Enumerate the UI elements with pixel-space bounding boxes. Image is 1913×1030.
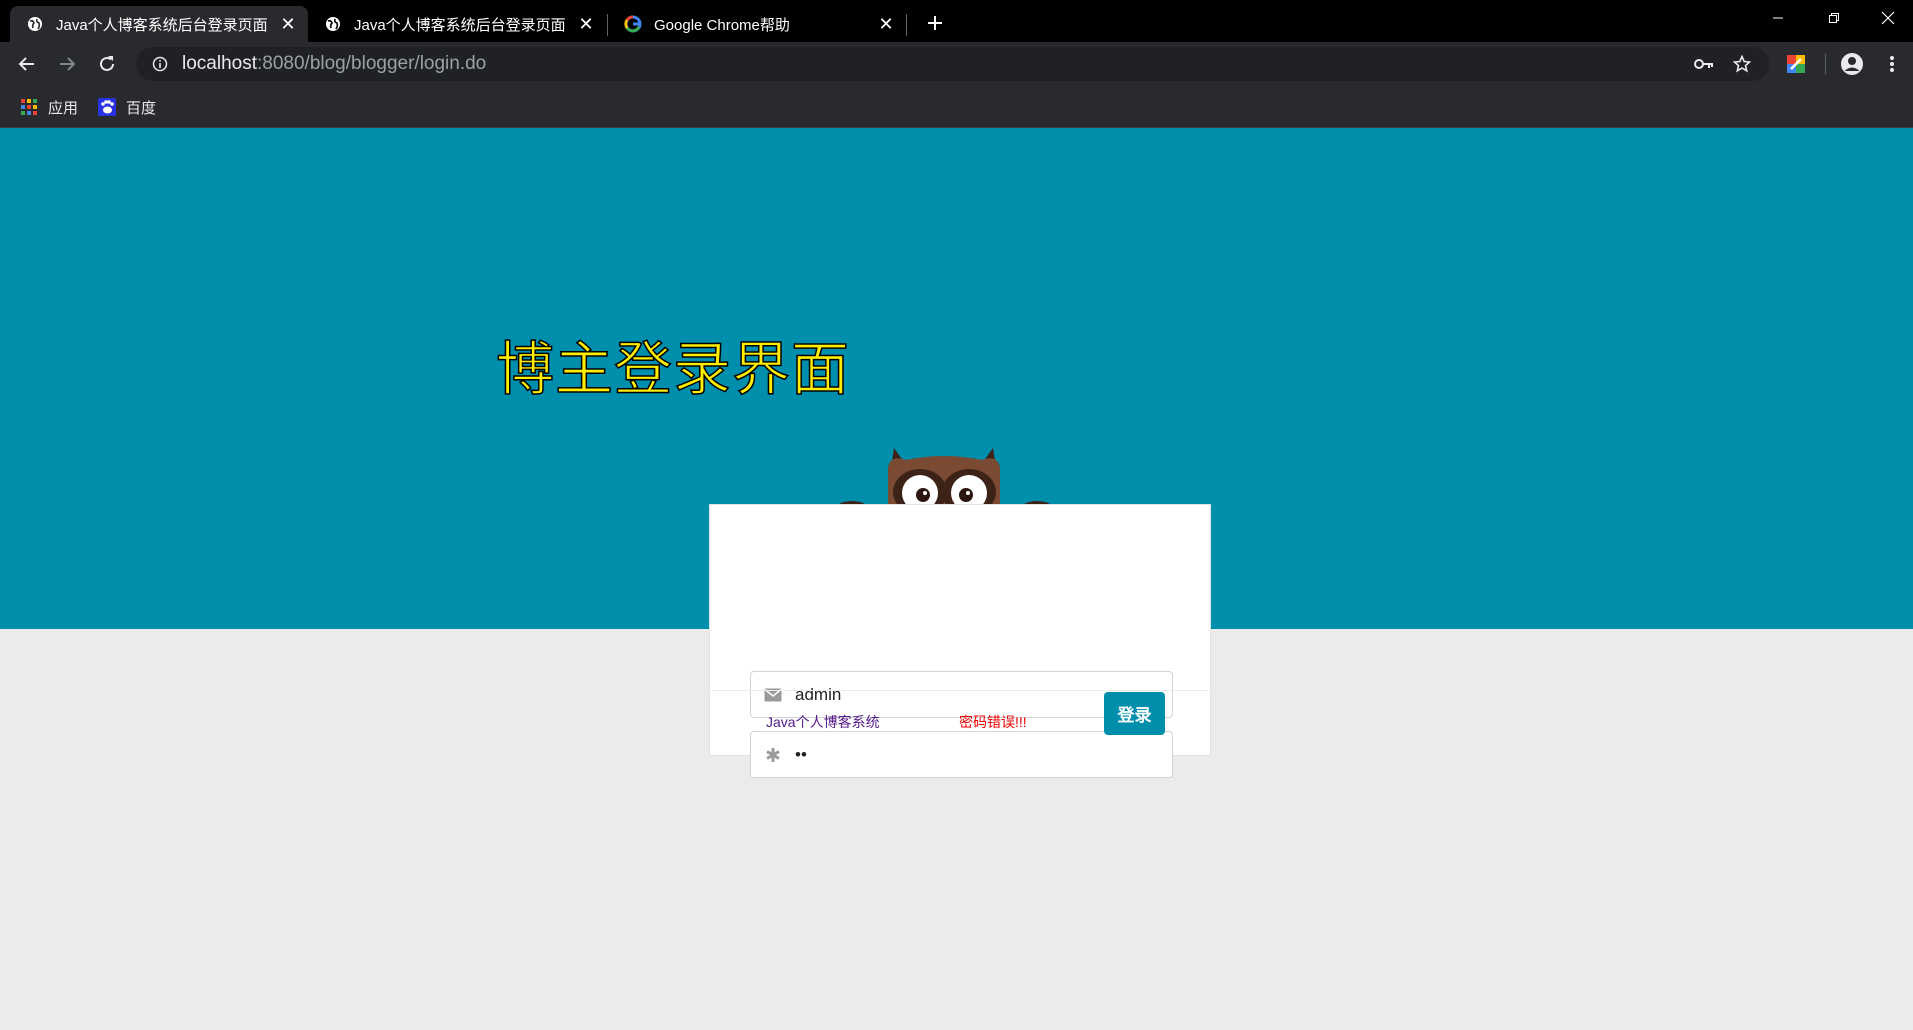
envelope-icon <box>763 688 783 702</box>
username-field[interactable] <box>750 671 1173 718</box>
password-input[interactable] <box>795 744 1155 765</box>
password-field[interactable] <box>750 731 1173 778</box>
forward-button[interactable] <box>51 48 83 80</box>
arrow-right-icon <box>60 57 76 71</box>
tab-chrome-help[interactable]: Google Chrome帮助 ✕ <box>608 6 906 42</box>
owl-mascot-icon <box>834 448 1055 518</box>
url-text[interactable]: localhost:8080/blog/blogger/login.do <box>182 53 486 75</box>
address-bar[interactable]: localhost:8080/blog/blogger/login.do <box>136 47 1769 81</box>
bookmark-label: 应用 <box>48 99 79 117</box>
tab-separator <box>906 14 907 36</box>
close-tab-icon[interactable]: ✕ <box>276 12 300 36</box>
globe-icon <box>324 15 342 33</box>
menu-button[interactable] <box>1876 48 1908 80</box>
close-icon <box>1881 11 1894 25</box>
close-tab-icon[interactable]: ✕ <box>574 12 598 36</box>
browser-toolbar: localhost:8080/blog/blogger/login.do <box>0 42 1913 86</box>
tab-login-active[interactable]: Java个人博客系统后台登录页面 ✕ <box>10 6 308 42</box>
extension-button[interactable] <box>1780 48 1812 80</box>
arrow-left-icon <box>18 57 34 71</box>
apps-grid-icon <box>21 99 37 115</box>
tab-strip: Java个人博客系统后台登录页面 ✕ Java个人博客系统后台登录页面 ✕ Go… <box>0 0 1913 42</box>
site-info-icon[interactable] <box>150 56 170 72</box>
star-icon[interactable] <box>1725 47 1759 81</box>
reload-icon <box>100 56 114 71</box>
restore-icon <box>1829 13 1839 23</box>
url-host: localhost <box>182 53 257 74</box>
toolbar-divider <box>1825 54 1826 74</box>
minimize-button[interactable] <box>1750 0 1806 36</box>
bookmark-label: 百度 <box>126 99 157 117</box>
page-viewport: 博主登录界面 <box>0 128 1913 1030</box>
close-tab-icon[interactable]: ✕ <box>874 12 898 36</box>
bookmark-apps[interactable]: 应用 <box>20 94 78 120</box>
more-vert-icon <box>1890 56 1894 72</box>
url-path: :8080/blog/blogger/login.do <box>257 53 487 74</box>
extension-icon <box>1787 55 1805 73</box>
google-icon <box>624 15 642 33</box>
minimize-icon <box>1773 17 1783 19</box>
close-window-button[interactable] <box>1862 0 1913 36</box>
globe-icon <box>26 15 44 33</box>
bookmarks-bar: 应用 百度 <box>0 86 1913 128</box>
key-icon[interactable] <box>1687 47 1721 81</box>
tab-title: Google Chrome帮助 <box>654 16 790 34</box>
plus-icon <box>928 16 942 30</box>
tab-login[interactable]: Java个人博客系统后台登录页面 ✕ <box>308 6 606 42</box>
page-title: 博主登录界面 <box>495 334 851 404</box>
restore-button[interactable] <box>1806 0 1862 36</box>
new-tab-button[interactable] <box>920 8 950 38</box>
account-icon <box>1841 53 1863 75</box>
profile-button[interactable] <box>1836 48 1868 80</box>
username-input[interactable] <box>795 684 1155 705</box>
back-button[interactable] <box>11 48 43 80</box>
baidu-icon <box>98 98 116 116</box>
tab-title: Java个人博客系统后台登录页面 <box>56 16 268 34</box>
reload-button[interactable] <box>91 48 123 80</box>
tab-title: Java个人博客系统后台登录页面 <box>354 16 566 34</box>
bookmark-baidu[interactable]: 百度 <box>98 94 156 120</box>
asterisk-icon <box>763 747 783 763</box>
login-form <box>709 504 1211 778</box>
